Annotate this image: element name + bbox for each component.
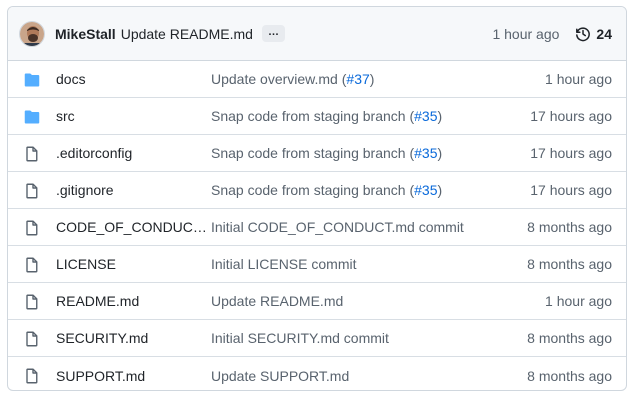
file-name-link[interactable]: .gitignore: [56, 182, 114, 198]
commit-time[interactable]: 8 months ago: [527, 368, 612, 384]
file-name-link[interactable]: SECURITY.md: [56, 330, 148, 346]
file-row[interactable]: SECURITY.md Initial SECURITY.md commit 8 m…: [8, 320, 626, 357]
commit-history-link[interactable]: 24: [575, 26, 612, 42]
commit-message-link[interactable]: Snap code from staging branch (#35): [211, 145, 442, 161]
commit-time[interactable]: 8 months ago: [527, 330, 612, 346]
file-name-link[interactable]: LICENSE: [56, 256, 116, 272]
folder-icon: [24, 72, 40, 88]
commit-time[interactable]: 1 hour ago: [545, 293, 612, 309]
commit-time[interactable]: 1 hour ago: [545, 71, 612, 87]
commit-message-text: Update overview.md (: [211, 71, 347, 87]
commit-message-link[interactable]: Update README.md: [121, 26, 253, 42]
file-name-link[interactable]: .editorconfig: [56, 145, 132, 161]
commit-message-link[interactable]: Update README.md: [211, 293, 343, 309]
file-icon: [24, 331, 40, 347]
file-row[interactable]: README.md Update README.md 1 hour ago: [8, 283, 626, 320]
commit-message-text: Snap code from staging branch (: [211, 145, 415, 161]
folder-icon: [24, 109, 40, 125]
commit-time[interactable]: 8 months ago: [527, 219, 612, 235]
file-icon: [24, 146, 40, 162]
file-icon: [24, 257, 40, 273]
commit-message-link[interactable]: Update SUPPORT.md: [211, 368, 349, 384]
commit-time[interactable]: 17 hours ago: [530, 108, 612, 124]
commit-message-text: Initial LICENSE commit: [211, 256, 357, 272]
file-name-link[interactable]: CODE_OF_CONDUC…: [56, 219, 207, 235]
file-icon: [24, 183, 40, 199]
commit-message-text: Snap code from staging branch (: [211, 182, 415, 198]
commit-time[interactable]: 8 months ago: [527, 256, 612, 272]
file-icon: [24, 368, 40, 384]
commit-message-text: Snap code from staging branch (: [211, 108, 415, 124]
pull-request-link[interactable]: #35: [414, 108, 437, 124]
file-icon: [24, 220, 40, 236]
commit-time[interactable]: 17 hours ago: [530, 182, 612, 198]
file-row[interactable]: .editorconfig Snap code from staging bran…: [8, 135, 626, 172]
pull-request-link[interactable]: #37: [346, 71, 369, 87]
commit-message-link[interactable]: Snap code from staging branch (#35): [211, 108, 442, 124]
author-avatar[interactable]: [19, 20, 45, 47]
history-icon: [576, 26, 591, 41]
commit-message-text: Update README.md: [211, 293, 344, 309]
commit-message-text: Update SUPPORT.md: [211, 368, 350, 384]
file-browser: MikeStall Update README.md … 1 hour ago …: [7, 6, 627, 391]
commit-message-suffix: ): [437, 108, 443, 124]
commit-count: 24: [596, 25, 612, 42]
commit-message-text: Initial SECURITY.md commit: [211, 330, 389, 346]
commit-message-suffix: ): [369, 71, 375, 87]
commit-time[interactable]: 1 hour ago: [492, 26, 559, 42]
commit-details-toggle-button[interactable]: …: [261, 25, 285, 42]
commit-time[interactable]: 17 hours ago: [530, 145, 612, 161]
commit-message-suffix: ): [437, 145, 443, 161]
file-row[interactable]: .gitignore Snap code from staging branch …: [8, 172, 626, 209]
commit-author-link[interactable]: MikeStall: [55, 26, 116, 42]
commit-message-text: Initial CODE_OF_CONDUCT.md commit: [211, 219, 464, 235]
latest-commit-bar: MikeStall Update README.md … 1 hour ago …: [8, 7, 626, 61]
file-row[interactable]: docs Update overview.md (#37) 1 hour ago: [8, 61, 626, 98]
folder-name-link[interactable]: src: [56, 108, 75, 124]
commit-message-link[interactable]: Update overview.md (#37): [211, 71, 374, 87]
file-list: docs Update overview.md (#37) 1 hour ago sr…: [8, 61, 626, 390]
commit-message-suffix: ): [437, 182, 443, 198]
folder-name-link[interactable]: docs: [56, 71, 86, 87]
file-row[interactable]: src Snap code from staging branch (#35) 17…: [8, 98, 626, 135]
pull-request-link[interactable]: #35: [414, 145, 437, 161]
commit-message-link[interactable]: Initial SECURITY.md commit: [211, 330, 389, 346]
commit-message-link[interactable]: Snap code from staging branch (#35): [211, 182, 442, 198]
file-name-link[interactable]: README.md: [56, 293, 139, 309]
file-icon: [24, 294, 40, 310]
file-row[interactable]: CODE_OF_CONDUC… Initial CODE_OF_CONDUCT.m…: [8, 209, 626, 246]
commit-message-link[interactable]: Initial CODE_OF_CONDUCT.md commit: [211, 219, 464, 235]
pull-request-link[interactable]: #35: [414, 182, 437, 198]
file-row[interactable]: SUPPORT.md Update SUPPORT.md 8 months ago: [8, 357, 626, 390]
file-name-link[interactable]: SUPPORT.md: [56, 368, 145, 384]
commit-message-link[interactable]: Initial LICENSE commit: [211, 256, 356, 272]
file-row[interactable]: LICENSE Initial LICENSE commit 8 months ag…: [8, 246, 626, 283]
